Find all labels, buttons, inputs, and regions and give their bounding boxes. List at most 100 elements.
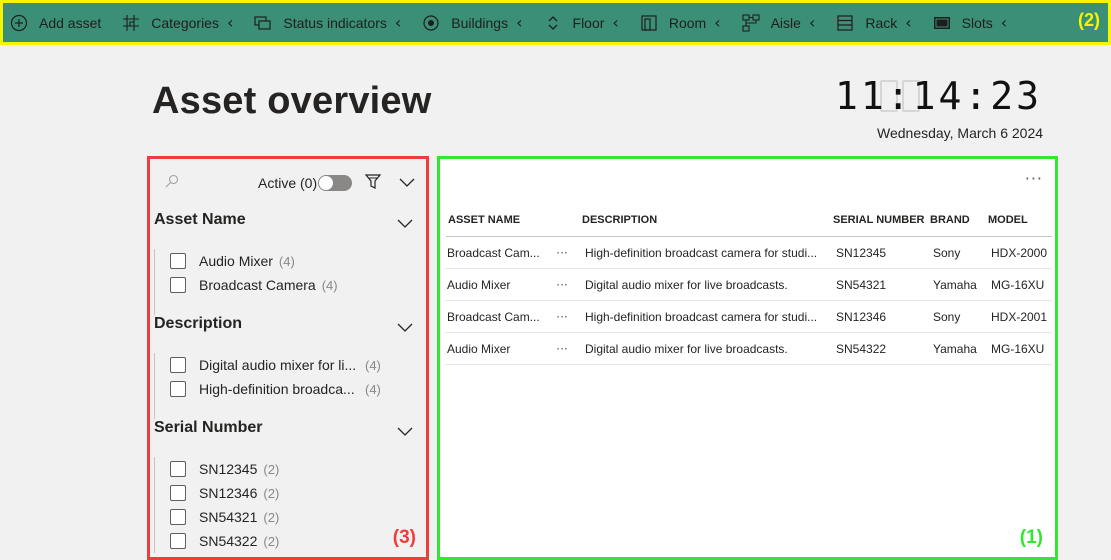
cell-asset-name: Audio Mixer [447,277,511,292]
chevron-down-icon[interactable] [398,173,416,191]
filter-section-header[interactable]: Asset Name [154,211,416,235]
table-panel-badge: (1) [1019,527,1043,548]
column-header-asset-name[interactable]: ASSET NAME [446,214,582,226]
cell-serial: SN12346 [836,309,887,324]
filter-item-label: High-definition broadca... [199,381,355,397]
active-toggle[interactable] [318,175,352,191]
aisle-icon [741,13,761,33]
add-asset-button[interactable]: Add asset [9,3,101,42]
filter-item[interactable]: Audio Mixer (4) [170,249,416,273]
row-more-icon[interactable]: ··· [542,342,582,356]
active-filter-label: Active (0) [258,175,318,191]
filter-item[interactable]: High-definition broadca... (4) [170,377,416,401]
add-circle-icon [9,13,29,33]
cell-serial: SN54322 [836,341,887,356]
slots-label: Slots [961,14,993,31]
rack-menu[interactable]: Rack ‹ [835,3,912,42]
chevron-left-icon: ‹ [612,13,619,32]
column-header-serial-number[interactable]: SERIAL NUMBER [833,214,930,226]
slots-icon [932,13,952,33]
cell-model: MG-16XU [991,341,1045,356]
categories-label: Categories [151,14,219,31]
room-icon [639,13,659,33]
checkbox[interactable] [170,533,186,549]
clear-filter-icon[interactable] [364,173,382,191]
cell-brand: Sony [933,309,961,324]
filter-section-header[interactable]: Description [154,315,416,339]
chevron-left-icon: ‹ [808,13,816,32]
filter-section-description: Description Digital audio mixer for li..… [154,315,416,419]
checkbox[interactable] [170,485,186,501]
aisle-label: Aisle [770,14,801,31]
filter-item-label: SN12345 [199,461,258,477]
filter-item[interactable]: Digital audio mixer for li... (4) [170,353,416,377]
status-indicators-label: Status indicators [283,14,387,31]
room-label: Room [668,14,707,31]
asset-table-panel: ··· ASSET NAME DESCRIPTION SERIAL NUMBER… [437,156,1058,560]
floor-menu[interactable]: Floor ‹ [543,3,619,42]
categories-menu[interactable]: Categories ‹ [121,3,233,42]
buildings-menu[interactable]: Buildings ‹ [421,3,523,42]
status-indicators-menu[interactable]: Status indicators ‹ [253,3,401,42]
room-menu[interactable]: Room ‹ [639,3,721,42]
filter-item[interactable]: SN12346 (2) [170,481,416,505]
cell-asset-name: Broadcast Cam... [447,309,540,324]
chevron-left-icon: ‹ [226,13,234,32]
filter-item-label: SN54321 [199,509,258,525]
checkbox[interactable] [170,461,186,477]
aisle-menu[interactable]: Aisle ‹ [741,3,816,42]
slots-menu[interactable]: Slots ‹ [932,3,1008,42]
checkbox[interactable] [170,509,186,525]
filter-items: Audio Mixer (4) Broadcast Camera (4) [154,249,416,315]
table-header: ASSET NAME DESCRIPTION SERIAL NUMBER BRA… [446,203,1052,237]
target-icon [421,13,441,33]
row-more-icon[interactable]: ··· [542,246,582,260]
filter-section-title: Description [154,315,243,332]
filter-section-header[interactable]: Serial Number [154,419,416,443]
cell-asset-name: Broadcast Cam... [447,245,540,260]
search-icon[interactable] [164,173,180,189]
chevron-down-icon[interactable] [396,214,414,232]
cell-description: Digital audio mixer for live broadcasts. [585,277,788,292]
filter-item-count: (4) [365,381,381,397]
chevron-left-icon: ‹ [1000,13,1008,32]
checkbox[interactable] [170,253,186,269]
checkbox[interactable] [170,357,186,373]
filter-panel-badge: (3) [392,527,416,548]
row-more-icon[interactable]: ··· [542,278,582,292]
filter-section-serial-number: Serial Number SN12345 (2) SN12346 (2) SN… [154,419,416,553]
chevron-left-icon: ‹ [714,13,721,32]
table-row[interactable]: Audio Mixer ··· Digital audio mixer for … [446,333,1052,365]
status-icon [253,13,273,33]
filter-item-count: (2) [263,461,280,477]
filter-item-count: (4) [321,277,338,293]
cell-brand: Yamaha [933,341,977,356]
filter-item[interactable]: Broadcast Camera (4) [170,273,416,297]
filter-item[interactable]: SN54322 (2) [170,529,416,553]
floor-label: Floor [572,14,605,31]
row-more-icon[interactable]: ··· [542,310,582,324]
filter-item[interactable]: SN54321 (2) [170,505,416,529]
asset-table: ASSET NAME DESCRIPTION SERIAL NUMBER BRA… [446,203,1052,365]
filter-item-count: (4) [278,253,295,269]
rack-label: Rack [865,14,898,31]
filter-item[interactable]: SN12345 (2) [170,457,416,481]
checkbox[interactable] [170,277,186,293]
clock-date: Wednesday, March 6 2024 [877,125,1044,141]
chevron-down-icon[interactable] [396,318,414,336]
table-row[interactable]: Audio Mixer ··· Digital audio mixer for … [446,269,1052,301]
more-options-icon[interactable]: ··· [1025,169,1043,188]
column-header-model[interactable]: MODEL [988,214,1052,226]
cell-brand: Yamaha [933,277,977,292]
checkbox[interactable] [170,381,186,397]
cell-description: High-definition broadcast camera for stu… [585,309,818,324]
column-header-brand[interactable]: BRAND [930,214,988,226]
table-row[interactable]: Broadcast Cam... ··· High-definition bro… [446,301,1052,333]
filter-item-count: (2) [263,485,280,501]
table-row[interactable]: Broadcast Cam... ··· High-definition bro… [446,237,1052,269]
chevron-down-icon[interactable] [396,422,414,440]
column-header-description[interactable]: DESCRIPTION [582,214,833,226]
filter-item-label: Digital audio mixer for li... [199,357,357,373]
filter-items: Digital audio mixer for li... (4) High-d… [154,353,416,419]
filter-item-label: Audio Mixer [199,253,273,269]
